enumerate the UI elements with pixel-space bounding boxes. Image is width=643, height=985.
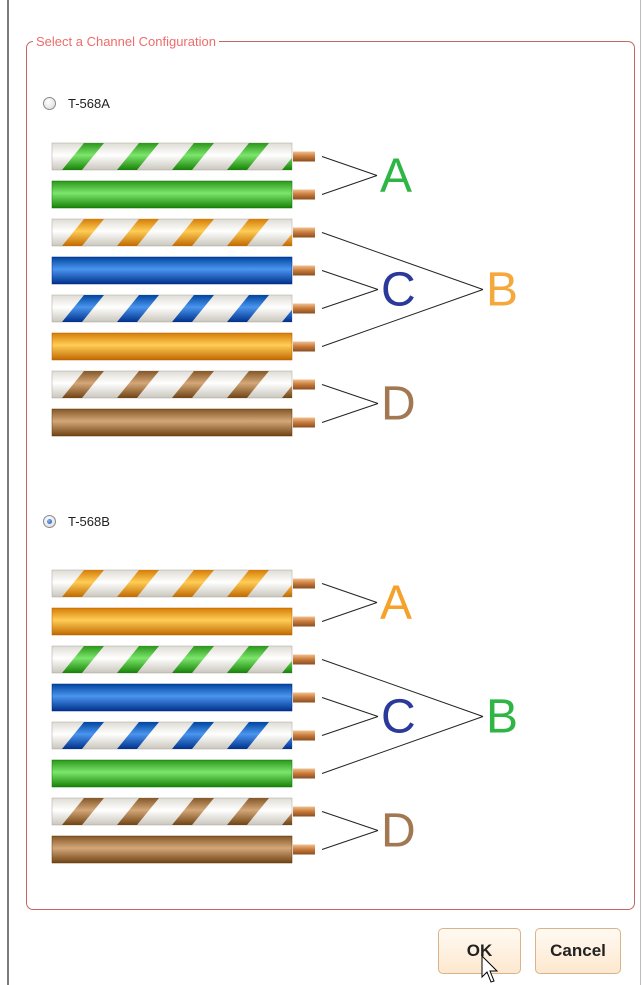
pair-label-c: C — [381, 691, 416, 744]
pair-label-d: D — [381, 378, 416, 431]
wire-green — [51, 180, 315, 209]
wire-brown — [51, 835, 315, 864]
wire-blue — [51, 683, 315, 712]
t568b-radio[interactable] — [43, 514, 56, 528]
pair-label-d: D — [381, 805, 416, 858]
cancel-button[interactable]: Cancel — [535, 928, 621, 974]
pair-label-b: B — [486, 691, 518, 744]
wire-orange — [51, 332, 315, 361]
ok-button[interactable]: OK — [438, 928, 521, 974]
pair-label-a: A — [380, 150, 412, 203]
wire-orange — [51, 607, 315, 636]
pair-label-a: A — [380, 577, 412, 630]
wire-brown — [51, 408, 315, 437]
radio-option-t568a[interactable]: T-568A — [43, 94, 110, 112]
t568b-label: T-568B — [68, 513, 110, 529]
wire-blue — [51, 256, 315, 285]
group-legend: Select a Channel Configuration — [36, 34, 216, 49]
radio-option-t568b[interactable]: T-568B — [43, 512, 110, 530]
mouse-pointer-icon — [481, 955, 499, 983]
t568a-wiring-diagram: A C B D — [51, 142, 518, 437]
wire-green — [51, 759, 315, 788]
t568b-wiring-diagram: A C B D — [51, 569, 518, 864]
t568a-label: T-568A — [68, 95, 110, 111]
pair-label-b: B — [486, 264, 518, 317]
t568a-radio[interactable] — [43, 96, 56, 110]
pair-label-c: C — [381, 264, 416, 317]
